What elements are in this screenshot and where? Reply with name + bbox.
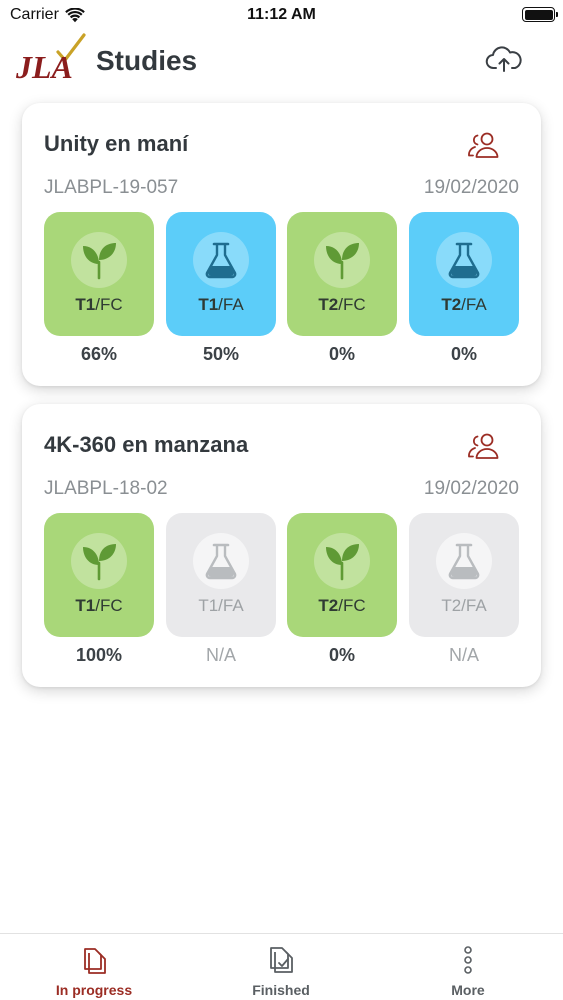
tile-t2-fc[interactable]: T2/FC — [287, 212, 397, 336]
tile-percent: 0% — [328, 344, 355, 364]
tile-percent: N/A — [205, 645, 236, 665]
document-check-icon — [270, 947, 293, 973]
tile-t2-fa[interactable]: T2/FA — [409, 212, 519, 336]
tile-label: T1/FA — [198, 295, 244, 314]
tile-percent: 100% — [75, 645, 123, 665]
flask-icon — [205, 242, 237, 279]
flask-icon — [448, 543, 480, 580]
treatment-tiles: T1/FC 100% T1/FA N/A T2/FC 0% T2/FA N/A — [44, 513, 519, 665]
study-date: 19/02/2020 — [423, 177, 519, 198]
clock: 11:12 AM — [247, 6, 316, 23]
people-icon[interactable] — [467, 131, 501, 159]
page-title: Studies — [96, 45, 198, 76]
tile-label: T1/FC — [75, 295, 123, 314]
plant-icon — [326, 243, 359, 280]
tile-percent: 50% — [202, 344, 240, 364]
tab-label: In progress — [55, 982, 133, 998]
tab-bar: In progress Finished More — [0, 933, 563, 1000]
tile-t2-fa: T2/FA — [409, 513, 519, 637]
tile-percent: 0% — [328, 645, 355, 665]
flask-icon — [448, 242, 480, 279]
people-icon[interactable] — [467, 432, 501, 460]
study-title: 4K-360 en manzana — [44, 432, 249, 457]
app-header: JLA Studies — [0, 30, 563, 94]
tab-label: Finished — [252, 982, 310, 998]
tile-t1-fc[interactable]: T1/FC — [44, 513, 154, 637]
tile-label: T2/FC — [318, 295, 366, 314]
jla-logo: JLA — [15, 33, 86, 84]
tab-more[interactable]: More — [374, 934, 562, 1000]
tab-label: More — [451, 982, 485, 998]
study-code: JLABPL-18-02 — [44, 478, 168, 499]
tile-t1-fc[interactable]: T1/FC — [44, 212, 154, 336]
study-date: 19/02/2020 — [423, 478, 519, 499]
tile-percent: N/A — [448, 645, 479, 665]
plant-icon — [83, 544, 116, 581]
study-title: Unity en maní — [44, 131, 189, 156]
svg-text:JLA: JLA — [15, 49, 73, 84]
tile-percent: 0% — [450, 344, 477, 364]
tile-label: T1/FA — [198, 596, 244, 615]
plant-icon — [83, 243, 116, 280]
study-code: JLABPL-19-057 — [44, 177, 179, 198]
tab-in-progress[interactable]: In progress — [0, 934, 188, 1000]
tile-label: T2/FA — [441, 596, 487, 615]
tab-finished[interactable]: Finished — [187, 934, 375, 1000]
plant-icon — [326, 544, 359, 581]
flask-icon — [205, 543, 237, 580]
tile-t1-fa: T1/FA — [166, 513, 276, 637]
study-card[interactable]: Unity en maní JLABPL-19-057 19/02/2020 T… — [22, 103, 541, 386]
status-bar: Carrier 11:12 AM — [0, 0, 563, 30]
tile-percent: 66% — [80, 344, 118, 364]
study-card[interactable]: 4K-360 en manzana JLABPL-18-02 19/02/202… — [22, 404, 541, 687]
tile-t1-fa[interactable]: T1/FA — [166, 212, 276, 336]
tile-t2-fc[interactable]: T2/FC — [287, 513, 397, 637]
more-icon — [464, 946, 472, 974]
document-icon — [84, 948, 106, 974]
tile-label: T2/FA — [441, 295, 487, 314]
tile-label: T1/FC — [75, 596, 123, 615]
treatment-tiles: T1/FC 66% T1/FA 50% T2/FC 0% T2/FA 0% — [44, 212, 519, 364]
tile-label: T2/FC — [318, 596, 366, 615]
cloud-upload-icon[interactable] — [485, 46, 523, 74]
battery-icon — [522, 7, 558, 22]
